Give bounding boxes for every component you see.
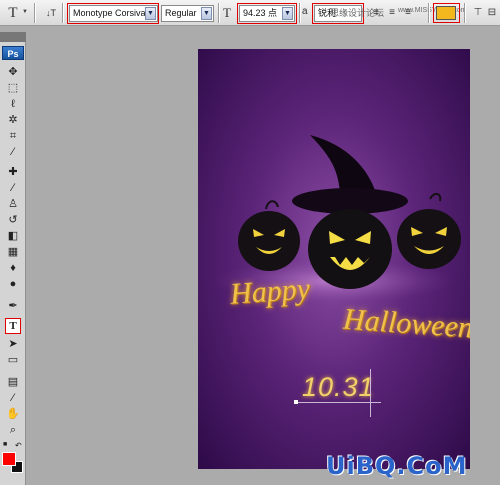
photoshop-logo: Ps [2,46,24,60]
pen-tool-icon[interactable]: ✒ [5,298,21,314]
pumpkins-artwork [213,135,461,303]
text-cursor-icon [370,369,371,417]
brush-tool-icon[interactable]: ∕ [5,180,21,196]
preset-dropdown-arrow-icon[interactable]: ▼ [22,9,28,15]
pumpkin-center-icon [308,209,392,289]
default-colors-icon[interactable]: ■ [3,441,7,448]
notes-tool-icon[interactable]: ▤ [5,374,21,390]
swap-colors-icon[interactable]: ↶ [15,441,22,450]
font-family-highlight [67,3,159,24]
magic-wand-tool-icon[interactable]: ✲ [5,112,21,128]
chevron-down-icon: ▼ [201,7,212,20]
eyedropper-sample-tool-icon[interactable]: ⁄ [5,390,21,406]
type-tool-preset-icon[interactable]: T [4,3,22,23]
align-right-icon[interactable]: ≡ [400,4,416,22]
eyedropper-tool-icon[interactable]: ⁄ [5,144,21,160]
eraser-tool-icon[interactable]: ◧ [5,228,21,244]
dodge-tool-icon[interactable]: ● [5,276,21,292]
watermark-logo: UiBQ.CoM [326,452,468,480]
font-style-value: Regular [165,8,197,18]
align-center-icon[interactable]: ≡ [384,4,400,22]
font-size-highlight [237,3,297,24]
move-tool-icon[interactable]: ✥ [5,64,21,80]
text-orientation-icon[interactable]: ↓T [43,5,59,21]
align-left-icon[interactable]: ≡ [368,4,384,22]
history-brush-tool-icon[interactable]: ↺ [5,212,21,228]
type-tool-icon[interactable]: T [5,318,21,334]
pumpkin-left-icon [238,200,300,271]
anti-alias-icon: a [302,6,308,17]
document-canvas[interactable]: Happy Halloween 10.31 [198,49,470,469]
tools-panel: Ps ✥ ⬚ ℓ ✲ ⌗ ⁄ ✚ ∕ ♙ ↺ ◧ ▦ ♦ ● ✒ T ➤ ▭ ▤… [0,42,26,485]
character-panel-icon[interactable]: ⊟ [484,4,500,22]
foreground-color-swatch[interactable] [2,452,16,466]
tools-panel-header[interactable] [0,32,26,42]
text-anchor-point [294,400,298,404]
options-bar: T ▼ ↓T Monotype Corsiva ▼ Regular ▼ T 94… [0,0,500,26]
gradient-tool-icon[interactable]: ▦ [5,244,21,260]
pumpkin-right-icon [397,193,461,269]
crop-tool-icon[interactable]: ⌗ [5,128,21,144]
clone-stamp-tool-icon[interactable]: ♙ [5,196,21,212]
blur-tool-icon[interactable]: ♦ [5,260,21,276]
zoom-tool-icon[interactable]: ⌕ [5,422,21,438]
happy-text: Happy [228,272,312,311]
witch-hat-icon [310,135,376,193]
hand-tool-icon[interactable]: ✋ [5,406,21,422]
lasso-tool-icon[interactable]: ℓ [5,96,21,112]
font-size-icon: T [223,5,231,20]
text-color-highlight [433,3,460,23]
marquee-tool-icon[interactable]: ⬚ [5,80,21,96]
font-style-select[interactable]: Regular ▼ [161,5,214,22]
text-baseline [295,402,381,403]
date-text[interactable]: 10.31 [302,372,375,403]
healing-brush-tool-icon[interactable]: ✚ [5,164,21,180]
path-selection-tool-icon[interactable]: ➤ [5,336,21,352]
shape-tool-icon[interactable]: ▭ [5,352,21,368]
